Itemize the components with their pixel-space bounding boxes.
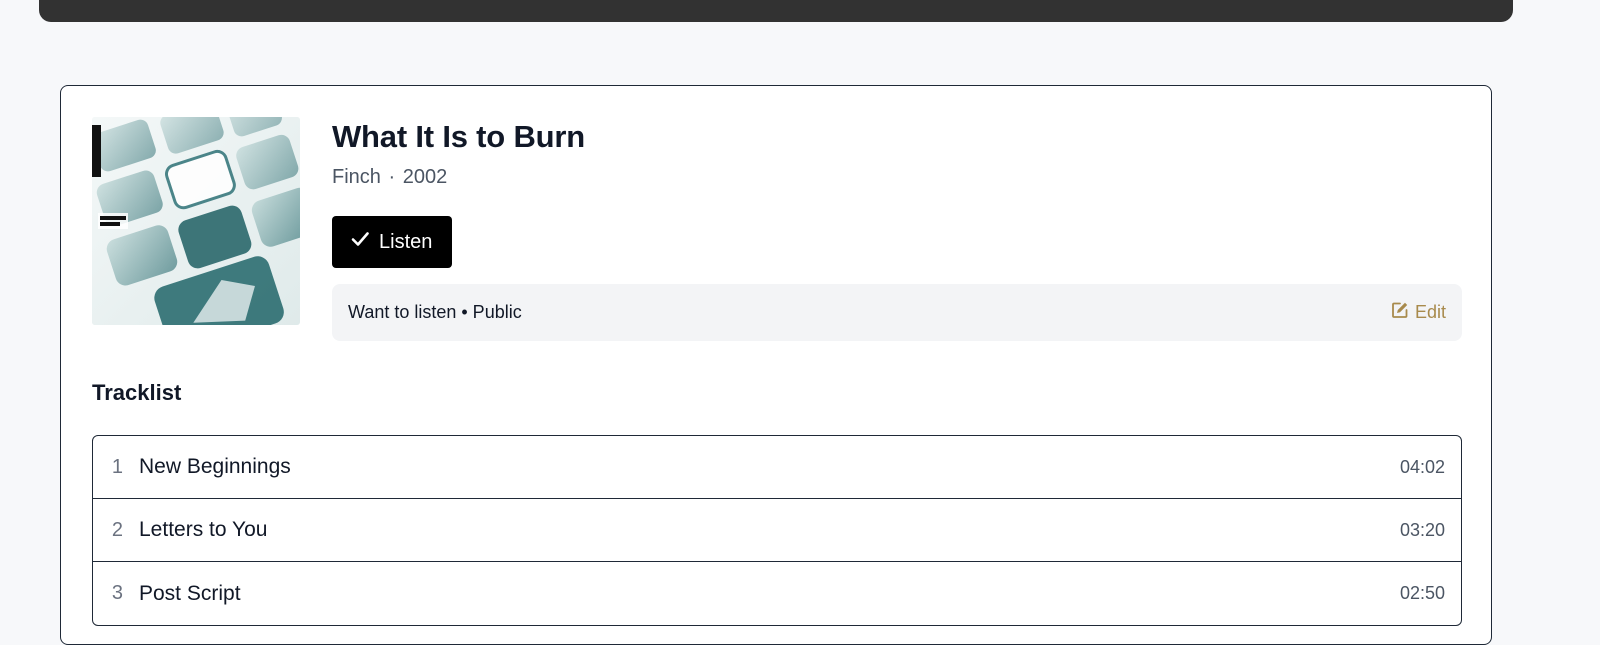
artist-link[interactable]: Finch (332, 166, 381, 188)
track-row[interactable]: 3 Post Script 02:50 (93, 562, 1461, 625)
album-meta: Finch · 2002 (332, 164, 1462, 190)
track-title: New Beginnings (139, 455, 291, 478)
track-duration: 04:02 (1399, 456, 1445, 477)
track-title: Letters to You (139, 518, 268, 541)
track-number: 2 (111, 518, 123, 541)
track-duration: 03:20 (1399, 519, 1445, 540)
top-navigation-bar (39, 0, 1513, 22)
check-icon (350, 229, 370, 255)
track-number: 1 (111, 455, 123, 478)
listen-status-bar: Want to listen • Public Edit (332, 284, 1462, 341)
edit-icon (1391, 301, 1409, 324)
track-row[interactable]: 1 New Beginnings 04:02 (93, 436, 1461, 499)
edit-label: Edit (1414, 302, 1446, 322)
tracklist-heading: Tracklist (92, 380, 182, 405)
album-info: What It Is to Burn Finch · 2002 Listen W… (332, 118, 1462, 341)
listen-button[interactable]: Listen (332, 216, 453, 268)
album-title: What It Is to Burn (332, 119, 585, 154)
track-row[interactable]: 2 Letters to You 03:20 (93, 499, 1461, 562)
release-year: 2002 (402, 166, 448, 188)
track-title: Post Script (139, 581, 241, 605)
track-number: 3 (111, 582, 123, 604)
album-cover-art (92, 117, 300, 325)
track-duration: 02:50 (1399, 583, 1445, 603)
album-card: What It Is to Burn Finch · 2002 Listen W… (60, 85, 1492, 645)
listen-status-text: Want to listen • Public (348, 302, 522, 322)
meta-separator: · (388, 166, 396, 188)
tracklist: 1 New Beginnings 04:02 2 Letters to You … (92, 435, 1462, 626)
listen-label: Listen (379, 230, 433, 253)
album-cover (92, 117, 300, 325)
edit-link[interactable]: Edit (1391, 301, 1446, 324)
